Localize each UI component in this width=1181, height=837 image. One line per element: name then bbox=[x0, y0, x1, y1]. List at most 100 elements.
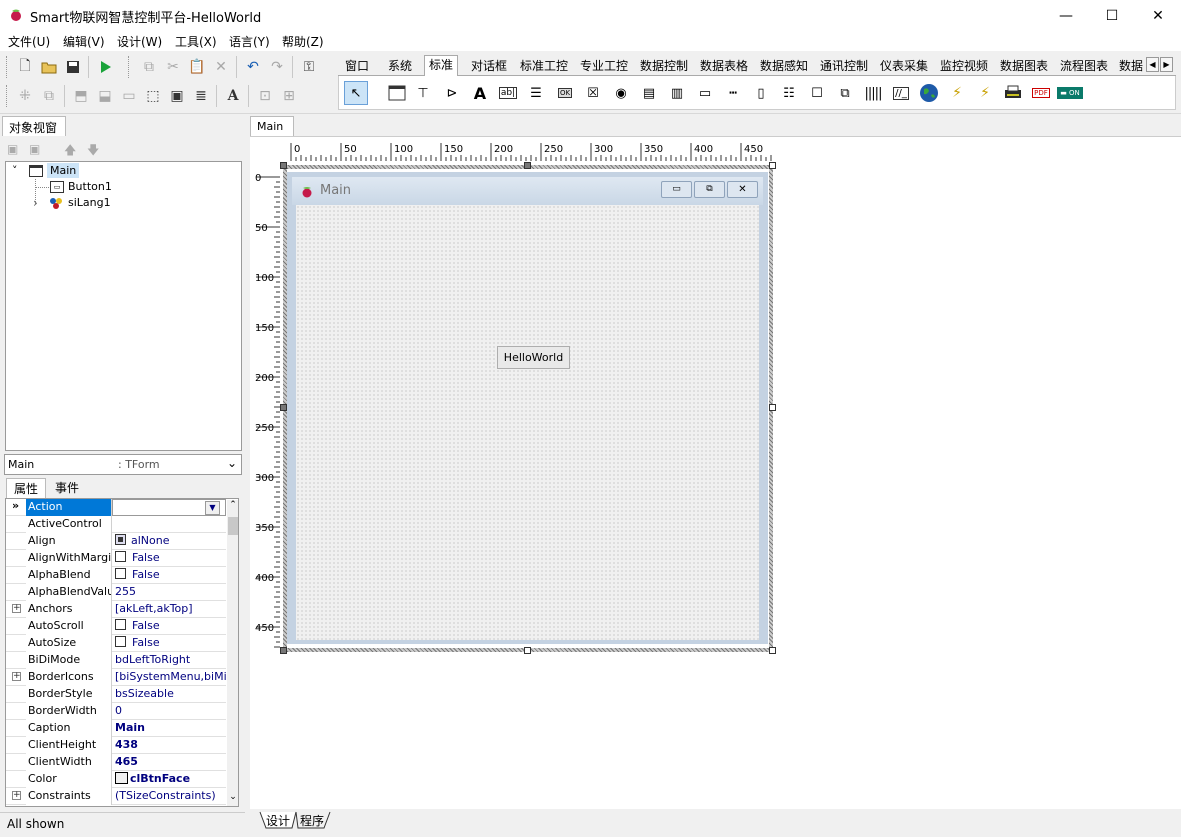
tab-design[interactable]: 设计 bbox=[266, 812, 290, 829]
palette-tab-window[interactable]: 窗口 bbox=[341, 57, 373, 76]
palette-tab-flow-chart[interactable]: 流程图表 bbox=[1056, 57, 1112, 76]
expand-icon[interactable]: + bbox=[12, 672, 21, 681]
terminal-component-icon[interactable]: //_ bbox=[889, 81, 913, 105]
design-tab-main[interactable]: Main bbox=[250, 116, 294, 136]
form-main[interactable]: Main ▭ ⧉ ✕ bbox=[287, 172, 768, 644]
tab-order-icon[interactable]: ▣ bbox=[166, 85, 188, 107]
form-close-icon[interactable]: ✕ bbox=[727, 181, 758, 198]
property-row[interactable]: + Constraints (TSizeConstraints) bbox=[6, 788, 226, 805]
tree-item-main[interactable]: Main bbox=[47, 163, 80, 178]
toolbar-grip[interactable] bbox=[6, 85, 9, 107]
palette-tab-dialog[interactable]: 对话框 bbox=[467, 57, 511, 76]
tab-events[interactable]: 事件 bbox=[48, 478, 86, 498]
property-row[interactable]: ActiveControl bbox=[6, 516, 226, 533]
property-row[interactable]: ClientHeight 438 bbox=[6, 737, 226, 754]
move-up-icon[interactable]: 🡅 bbox=[64, 141, 76, 162]
tree-item-silang1[interactable]: siLang1 bbox=[68, 196, 111, 209]
checkbox-icon[interactable] bbox=[115, 551, 126, 562]
palette-scroll-left-icon[interactable]: ◀ bbox=[1146, 57, 1159, 72]
object-view-tab[interactable]: 对象视窗 bbox=[2, 116, 66, 136]
pointer-tool-icon[interactable]: ↖ bbox=[344, 81, 368, 105]
palette-tab-std-industrial[interactable]: 标准工控 bbox=[516, 57, 572, 76]
resize-handle[interactable] bbox=[280, 647, 287, 654]
property-row[interactable]: BorderWidth 0 bbox=[6, 703, 226, 720]
menu-tools[interactable]: 工具(X) bbox=[175, 33, 217, 50]
property-scrollbar[interactable]: ⌃ ⌄ bbox=[227, 500, 238, 806]
palette-tab-data-aware[interactable]: 数据感知 bbox=[756, 57, 812, 76]
edit-component-icon[interactable]: ab| bbox=[496, 81, 520, 105]
send-back-icon[interactable]: ⬓ bbox=[94, 85, 116, 107]
radio-component-icon[interactable]: ◉ bbox=[609, 81, 633, 105]
align-icon[interactable]: ▭ bbox=[118, 85, 140, 107]
property-row[interactable]: AutoSize False bbox=[6, 635, 226, 652]
palette-tab-data-control[interactable]: 数据控制 bbox=[636, 57, 692, 76]
resize-handle[interactable] bbox=[769, 404, 776, 411]
helloworld-button[interactable]: HelloWorld bbox=[497, 346, 570, 369]
property-row[interactable]: + Anchors [akLeft,akTop] bbox=[6, 601, 226, 618]
tcp-client-component-icon[interactable]: ⚡ bbox=[945, 81, 969, 105]
menu-design[interactable]: 设计(W) bbox=[117, 33, 162, 50]
move-down-icon[interactable]: 🡇 bbox=[87, 141, 99, 162]
property-value[interactable]: 438 bbox=[112, 737, 226, 754]
run-icon[interactable] bbox=[94, 56, 116, 78]
scrollbar-component-icon[interactable]: ▭ bbox=[693, 81, 717, 105]
palette-tab-comm[interactable]: 通讯控制 bbox=[816, 57, 872, 76]
close-button[interactable]: ✕ bbox=[1135, 0, 1181, 31]
listbox-component-icon[interactable]: ▤ bbox=[637, 81, 661, 105]
menu-edit[interactable]: 编辑(V) bbox=[63, 33, 105, 50]
form-restore-icon[interactable]: ⧉ bbox=[694, 181, 725, 198]
panel-component-icon[interactable]: ▯ bbox=[749, 81, 773, 105]
key-icon[interactable]: ⚿ bbox=[298, 56, 320, 78]
property-row[interactable]: ClientWidth 465 bbox=[6, 754, 226, 771]
property-row[interactable]: + BorderIcons[biSystemMenu,biMinimize,biM… bbox=[6, 669, 226, 686]
property-value[interactable]: clBtnFace bbox=[112, 771, 226, 788]
checkbox-icon[interactable] bbox=[115, 636, 126, 647]
checkbox-icon[interactable] bbox=[115, 619, 126, 630]
palette-tab-video[interactable]: 监控视频 bbox=[936, 57, 992, 76]
menu-language[interactable]: 语言(Y) bbox=[229, 33, 270, 50]
size-icon[interactable]: ⊡ bbox=[254, 85, 276, 107]
property-value[interactable]: [biSystemMenu,biMinimize,biMaximize] bbox=[112, 669, 226, 686]
scale-icon[interactable]: ⊞ bbox=[278, 85, 300, 107]
scroll-down-icon[interactable]: ⌄ bbox=[227, 792, 238, 806]
radiogroup-component-icon[interactable]: ☷ bbox=[777, 81, 801, 105]
property-value[interactable]: [akLeft,akTop] bbox=[112, 601, 226, 618]
property-value[interactable]: 0 bbox=[112, 703, 226, 720]
property-row[interactable]: Caption Main bbox=[6, 720, 226, 737]
align-grid-icon[interactable]: ⁜ bbox=[14, 85, 36, 107]
property-value[interactable]: Main bbox=[112, 720, 226, 737]
barcode-component-icon[interactable]: ||||| bbox=[861, 81, 885, 105]
expand-icon[interactable]: + bbox=[12, 791, 21, 800]
property-value[interactable]: ▼ bbox=[112, 499, 226, 516]
undo-icon[interactable]: ↶ bbox=[242, 56, 264, 78]
tcp-server-component-icon[interactable]: ⚡ bbox=[973, 81, 997, 105]
dropdown-arrow-icon[interactable]: ▼ bbox=[205, 501, 220, 515]
globe-component-icon[interactable] bbox=[917, 81, 941, 105]
property-row[interactable]: AlphaBlendValue 255 bbox=[6, 584, 226, 601]
button-component-icon[interactable]: OK bbox=[553, 81, 577, 105]
property-value[interactable]: False bbox=[112, 567, 226, 584]
property-row[interactable]: BiDiMode bdLeftToRight bbox=[6, 652, 226, 669]
maximize-button[interactable]: ☐ bbox=[1089, 0, 1135, 31]
copy-layout-icon[interactable]: ⧉ bbox=[38, 85, 60, 107]
property-row[interactable]: Color clBtnFace bbox=[6, 771, 226, 788]
paste-icon[interactable]: 📋 bbox=[186, 56, 208, 78]
property-value[interactable]: False bbox=[112, 635, 226, 652]
checkbox-icon[interactable] bbox=[115, 568, 126, 579]
object-selector-combo[interactable]: Main : TForm ⌄ bbox=[4, 454, 242, 475]
frame-component-icon[interactable] bbox=[385, 81, 409, 105]
property-value[interactable]: (TSizeConstraints) bbox=[112, 788, 226, 805]
expand-icon[interactable]: + bbox=[12, 604, 21, 613]
property-row[interactable]: Align alNone bbox=[6, 533, 226, 550]
property-value[interactable]: bsSizeable bbox=[112, 686, 226, 703]
groupbox-component-icon[interactable]: ┅ bbox=[721, 81, 745, 105]
memo-component-icon[interactable]: ☰ bbox=[524, 81, 548, 105]
printer-component-icon[interactable] bbox=[1001, 81, 1025, 105]
switch-component-icon[interactable]: ▬ ON bbox=[1057, 81, 1083, 105]
palette-tab-data-chart[interactable]: 数据图表 bbox=[996, 57, 1052, 76]
new-file-icon[interactable]: 🗋 bbox=[14, 56, 36, 78]
resize-handle[interactable] bbox=[769, 647, 776, 654]
combobox-component-icon[interactable]: ▥ bbox=[665, 81, 689, 105]
resize-handle[interactable] bbox=[280, 404, 287, 411]
open-folder-icon[interactable] bbox=[38, 56, 60, 78]
